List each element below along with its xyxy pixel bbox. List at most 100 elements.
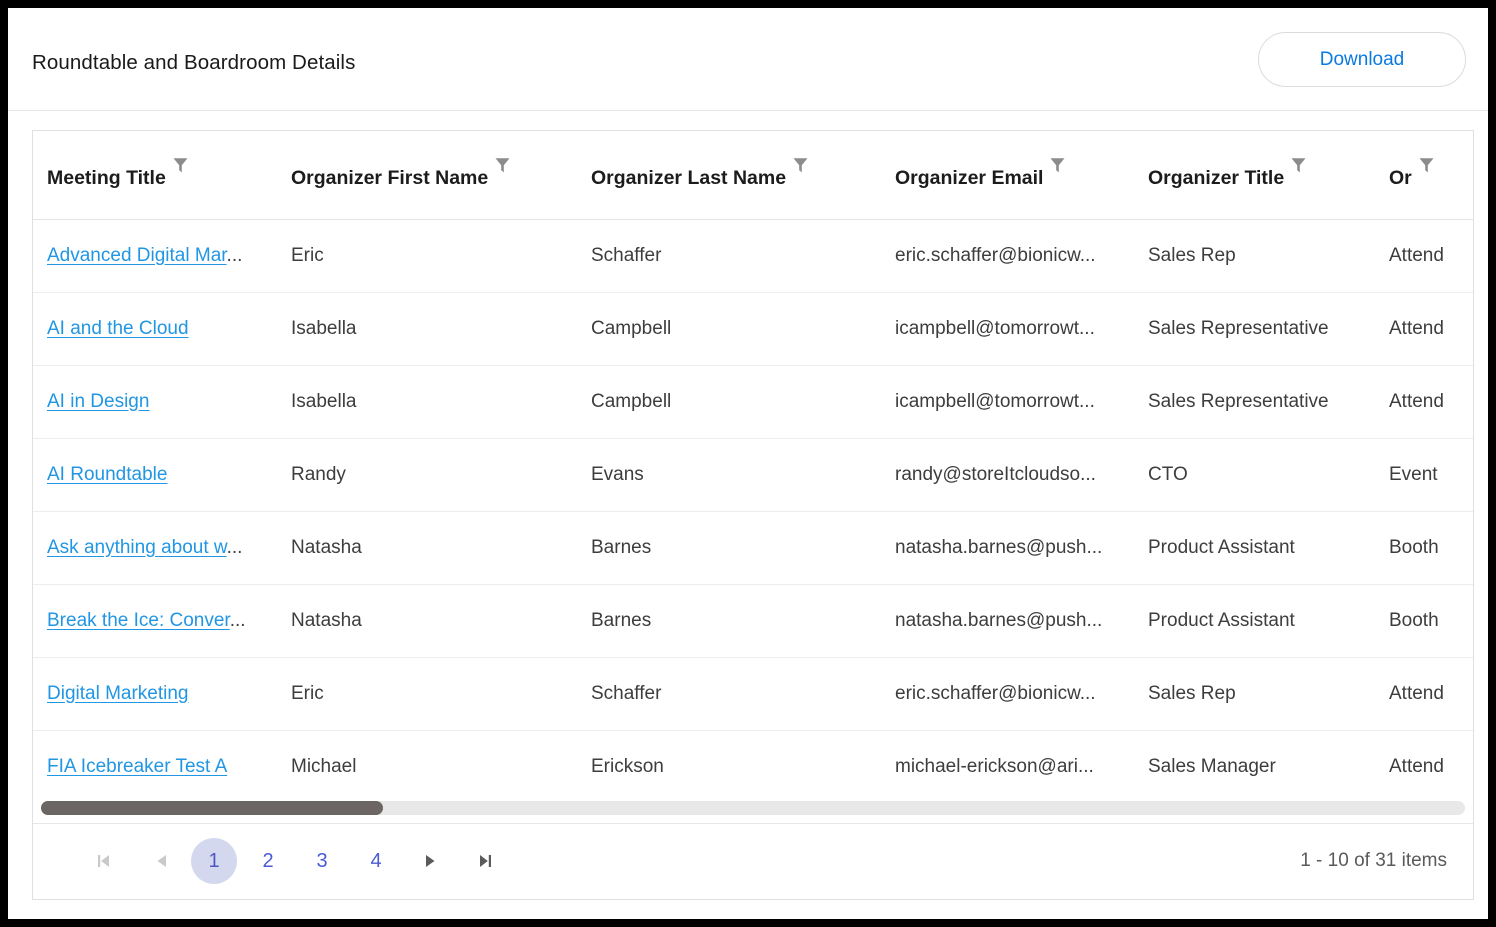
column-header-label: Organizer Last Name	[591, 166, 787, 189]
meeting-title-link[interactable]: Ask anything about w	[47, 537, 227, 558]
filter-funnel-icon[interactable]	[792, 156, 809, 174]
column-header-organizer_email[interactable]: Organizer Email	[881, 131, 1134, 220]
meeting-title-link[interactable]: Break the Ice: Conver	[47, 610, 230, 631]
cell-organizer-role: Attend	[1375, 730, 1473, 799]
cell-organizer-last: Schaffer	[577, 657, 881, 731]
table-header: Meeting Title Organizer First Name Organiz…	[33, 131, 1473, 220]
meeting-title-link[interactable]: FIA Icebreaker Test A	[47, 756, 227, 777]
cell-organizer-title: CTO	[1134, 438, 1375, 512]
application-frame: Roundtable and Boardroom Details Downloa…	[8, 8, 1488, 919]
column-header-label: Organizer Title	[1148, 166, 1285, 189]
filter-funnel-icon[interactable]	[172, 156, 189, 174]
pager-last-page-button[interactable]	[461, 838, 507, 884]
cell-organizer-first: Isabella	[277, 365, 577, 439]
table-row[interactable]: Break the Ice: Conver... Natasha Barnes nat…	[33, 584, 1473, 658]
column-header-label: Meeting Title	[47, 166, 166, 189]
cell-organizer-title: Sales Manager	[1134, 730, 1375, 799]
cell-organizer-email: eric.schaffer@bionicw...	[881, 219, 1134, 293]
cell-organizer-email: icampbell@tomorrowt...	[881, 365, 1134, 439]
cell-organizer-title: Sales Representative	[1134, 292, 1375, 366]
filter-funnel-icon[interactable]	[494, 156, 511, 174]
filter-funnel-icon[interactable]	[1418, 156, 1435, 174]
cell-organizer-role: Booth	[1375, 511, 1473, 585]
table-row[interactable]: AI Roundtable Randy Evans randy@storeItclou…	[33, 438, 1473, 512]
cell-organizer-role: Attend	[1375, 657, 1473, 731]
column-header-organizer_first[interactable]: Organizer First Name	[277, 131, 577, 220]
cell-organizer-first: Michael	[277, 730, 577, 799]
cell-organizer-role: Attend	[1375, 365, 1473, 439]
grid-scroll-viewport[interactable]: Meeting Title Organizer First Name Organiz…	[33, 131, 1473, 799]
cell-organizer-email: natasha.barnes@push...	[881, 584, 1134, 658]
table-row[interactable]: Digital Marketing Eric Schaffer eric.schaff…	[33, 657, 1473, 731]
filter-funnel-icon[interactable]	[1049, 156, 1066, 174]
pager-next-page-button[interactable]	[407, 838, 453, 884]
meetings-table: Meeting Title Organizer First Name Organiz…	[33, 131, 1473, 799]
pager-page-1-button[interactable]: 1	[191, 838, 237, 884]
horizontal-scrollbar-thumb[interactable]	[41, 801, 383, 815]
cell-organizer-title: Product Assistant	[1134, 511, 1375, 585]
cell-meeting-title: AI Roundtable	[33, 438, 277, 512]
table-header-row: Meeting Title Organizer First Name Organiz…	[33, 131, 1473, 220]
cell-organizer-email: icampbell@tomorrowt...	[881, 292, 1134, 366]
grid-table-inner: Meeting Title Organizer First Name Organiz…	[33, 131, 1473, 799]
cell-meeting-title: Ask anything about w...	[33, 511, 277, 585]
filter-funnel-icon[interactable]	[1290, 156, 1307, 174]
cell-organizer-first: Natasha	[277, 584, 577, 658]
cell-organizer-title: Sales Representative	[1134, 365, 1375, 439]
meeting-title-link[interactable]: AI in Design	[47, 391, 149, 412]
cell-meeting-title: Digital Marketing	[33, 657, 277, 731]
cell-organizer-last: Evans	[577, 438, 881, 512]
table-row[interactable]: Advanced Digital Mar... Eric Schaffer eric.…	[33, 219, 1473, 293]
meeting-title-link[interactable]: Digital Marketing	[47, 683, 189, 704]
horizontal-scrollbar[interactable]	[41, 801, 1465, 815]
pager-page-3-button[interactable]: 3	[299, 838, 345, 884]
cell-organizer-title: Product Assistant	[1134, 584, 1375, 658]
cell-meeting-title: Advanced Digital Mar...	[33, 219, 277, 293]
pager-previous-page-button[interactable]	[138, 838, 184, 884]
truncation-ellipsis: ...	[226, 244, 243, 266]
page-title: Roundtable and Boardroom Details	[32, 51, 356, 74]
cell-organizer-last: Campbell	[577, 365, 881, 439]
cell-organizer-first: Randy	[277, 438, 577, 512]
pager-page-4-button[interactable]: 4	[353, 838, 399, 884]
cell-organizer-last: Schaffer	[577, 219, 881, 293]
cell-organizer-first: Isabella	[277, 292, 577, 366]
cell-organizer-title: Sales Rep	[1134, 657, 1375, 731]
cell-organizer-email: natasha.barnes@push...	[881, 511, 1134, 585]
data-grid-card: Meeting Title Organizer First Name Organiz…	[32, 130, 1474, 900]
column-header-label: Or	[1389, 166, 1412, 189]
column-header-organizer_title[interactable]: Organizer Title	[1134, 131, 1375, 220]
pager-first-page-button[interactable]	[81, 838, 127, 884]
cell-meeting-title: FIA Icebreaker Test A	[33, 730, 277, 799]
table-body: Advanced Digital Mar... Eric Schaffer eric.…	[33, 219, 1473, 799]
pagination-bar: 1234 1 - 10 of 31 items	[33, 823, 1473, 899]
cell-organizer-last: Barnes	[577, 511, 881, 585]
column-header-organizer_last[interactable]: Organizer Last Name	[577, 131, 881, 220]
cell-organizer-email: randy@storeItcloudso...	[881, 438, 1134, 512]
cell-organizer-role: Booth	[1375, 584, 1473, 658]
table-row[interactable]: Ask anything about w... Natasha Barnes nata…	[33, 511, 1473, 585]
table-row[interactable]: AI in Design Isabella Campbell icampbell@to…	[33, 365, 1473, 439]
download-button[interactable]: Download	[1258, 32, 1466, 87]
column-header-label: Organizer Email	[895, 166, 1044, 189]
cell-organizer-first: Natasha	[277, 511, 577, 585]
cell-organizer-email: michael-erickson@ari...	[881, 730, 1134, 799]
column-header-label: Organizer First Name	[291, 166, 489, 189]
cell-organizer-first: Eric	[277, 657, 577, 731]
pager-page-2-button[interactable]: 2	[245, 838, 291, 884]
meeting-title-link[interactable]: AI Roundtable	[47, 464, 167, 485]
column-header-meeting_title[interactable]: Meeting Title	[33, 131, 277, 220]
panel-header: Roundtable and Boardroom Details Downloa…	[8, 8, 1488, 111]
table-row[interactable]: FIA Icebreaker Test A Michael Erickson mich…	[33, 730, 1473, 799]
cell-organizer-role: Attend	[1375, 219, 1473, 293]
meeting-title-link[interactable]: AI and the Cloud	[47, 318, 189, 339]
cell-organizer-first: Eric	[277, 219, 577, 293]
cell-organizer-title: Sales Rep	[1134, 219, 1375, 293]
cell-organizer-email: eric.schaffer@bionicw...	[881, 657, 1134, 731]
cell-meeting-title: AI and the Cloud	[33, 292, 277, 366]
cell-organizer-role: Attend	[1375, 292, 1473, 366]
table-row[interactable]: AI and the Cloud Isabella Campbell icampbel…	[33, 292, 1473, 366]
column-header-organizer_role[interactable]: Or	[1375, 131, 1473, 220]
meeting-title-link[interactable]: Advanced Digital Mar	[47, 245, 227, 266]
cell-organizer-role: Event	[1375, 438, 1473, 512]
